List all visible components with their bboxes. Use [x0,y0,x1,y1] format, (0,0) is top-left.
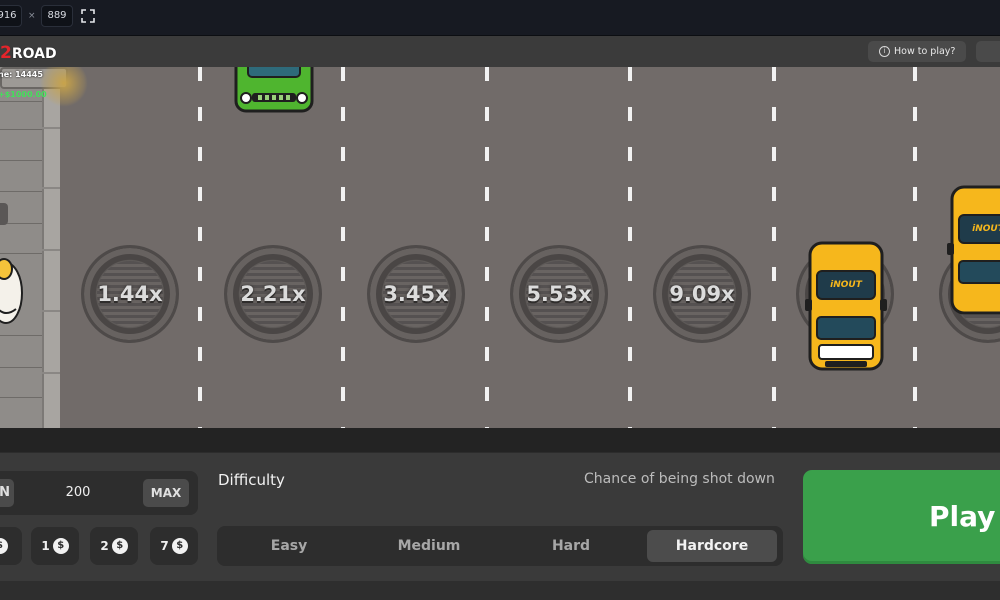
chip-value: 7 [160,539,169,553]
multiplier-label: 1.44x [97,282,163,306]
bet-chip-2[interactable]: 2 $ [90,527,138,565]
dollar-icon: $ [111,537,128,554]
player-name-label: ne: 14445 [0,70,43,79]
manhole-lane-1[interactable]: 1.44x [81,245,179,343]
dollar-icon: $ [0,537,8,554]
chance-label: Chance of being shot down [584,471,775,487]
dollar-icon: $ [52,537,69,554]
chip-value: 2 [100,539,109,553]
multiplier-label: 3.45x [383,282,449,306]
player-win-label: +$1000.00 [0,90,47,99]
height-field[interactable]: 889 [41,5,73,27]
manhole-lane-2[interactable]: 2.21x [224,245,322,343]
taxi-brand-label: iNOUT [972,224,1000,234]
game-logo: 2ROAD [0,43,57,63]
multiplier-label: 9.09x [669,282,735,306]
game-root: 916 × 889 2ROAD i How to play? 1.44x 2.2… [0,0,1000,600]
control-panel: N 200 MAX $ 1$ 2$ 7$ Difficulty Chance o… [0,452,1000,600]
difficulty-label: Difficulty [218,471,285,489]
dollar-icon: $ [171,537,188,554]
header-menu-button[interactable] [976,41,1000,62]
lane-divider [628,67,632,428]
sidewalk-stone [0,203,8,225]
manhole-lane-4[interactable]: 5.53x [510,245,608,343]
lane-divider [485,67,489,428]
logo-text: ROAD [11,46,57,62]
play-button[interactable]: Play [803,470,1000,564]
min-bet-button[interactable]: N [0,479,14,507]
how-to-play-button[interactable]: i How to play? [868,41,966,62]
lane-divider [341,67,345,428]
taxi-car: iNOUT [805,241,887,373]
road-shadow [0,428,1000,452]
game-header: 2ROAD i How to play? [0,36,1000,67]
multiplier-label: 2.21x [240,282,306,306]
taxi-brand-label: iNOUT [830,280,862,290]
info-icon: i [879,46,890,57]
viewport-toolbar: 916 × 889 [0,0,1000,36]
difficulty-easy[interactable]: Easy [224,530,354,562]
lane-divider [198,67,202,428]
difficulty-hardcore[interactable]: Hardcore [647,530,777,562]
bet-chip-3[interactable]: 7 $ [150,527,198,565]
road: 1.44x 2.21x 3.45x 5.53x 9.09x iNOUT iNOU [0,67,1000,428]
chip-value: 1 [41,539,50,553]
fullscreen-icon[interactable] [80,8,96,24]
manhole-lane-3[interactable]: 3.45x [367,245,465,343]
lane-divider [913,67,917,428]
taxi-car: iNOUT [947,185,1000,317]
bet-chip-0[interactable]: $ [0,527,22,565]
glow-spot [40,67,88,107]
chicken-character [0,258,23,324]
bet-chip-1[interactable]: 1 $ [31,527,79,565]
panel-footer [0,581,1000,600]
bet-amount-value[interactable]: 200 [40,479,116,507]
lane-divider [772,67,776,428]
green-car [234,67,314,113]
logo-number: 2 [0,43,12,63]
how-to-play-label: How to play? [894,46,956,57]
manhole-lane-5[interactable]: 9.09x [653,245,751,343]
difficulty-hard[interactable]: Hard [506,530,636,562]
difficulty-medium[interactable]: Medium [364,530,494,562]
max-bet-button[interactable]: MAX [143,479,189,507]
width-field[interactable]: 916 [0,5,22,27]
times-sign: × [28,11,36,21]
multiplier-label: 5.53x [526,282,592,306]
